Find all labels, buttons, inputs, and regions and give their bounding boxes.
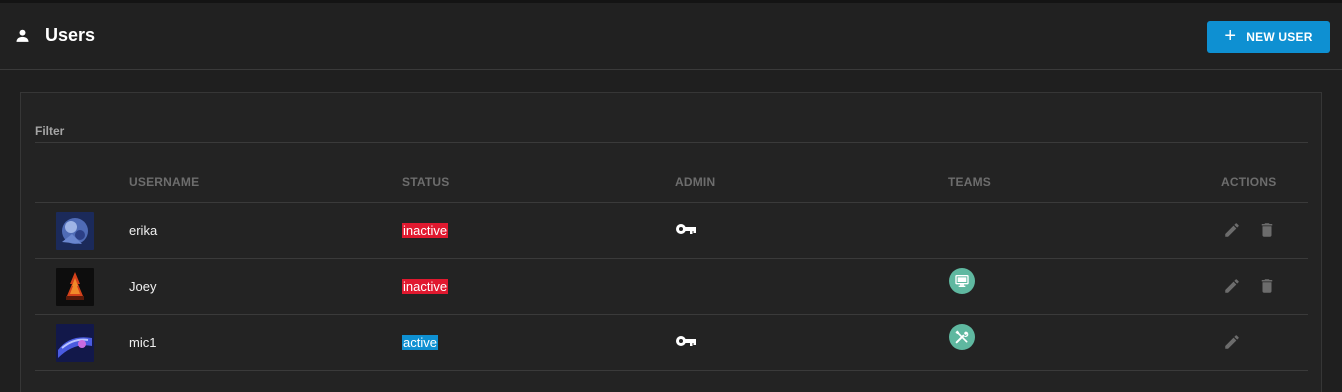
page-title: Users [45, 25, 96, 45]
column-header-teams[interactable]: TEAMS [948, 175, 991, 189]
username[interactable]: Joey [129, 279, 156, 294]
status-badge: active [402, 335, 438, 350]
status-badge: inactive [402, 279, 449, 294]
plus-icon: + [1224, 25, 1237, 47]
delete-icon[interactable] [1258, 277, 1276, 300]
new-user-button[interactable]: + NEW USER [1207, 21, 1330, 53]
avatar [56, 268, 94, 306]
column-header-actions: ACTIONS [1221, 175, 1277, 189]
person-icon [14, 27, 31, 44]
status-badge: inactive [402, 223, 449, 238]
column-header-admin[interactable]: ADMIN [675, 175, 715, 189]
column-header-status[interactable]: STATUS [402, 175, 449, 189]
new-user-button-label: NEW USER [1246, 30, 1313, 44]
table-header: USERNAME STATUS ADMIN TEAMS ACTIONS [35, 175, 1308, 203]
key-icon [675, 334, 697, 353]
edit-icon[interactable] [1223, 277, 1241, 300]
edit-icon[interactable] [1223, 333, 1241, 356]
avatar [56, 324, 94, 362]
users-card: Filter USERNAME STATUS ADMIN TEAMS ACTIO… [20, 92, 1322, 392]
column-header-username[interactable]: USERNAME [129, 175, 199, 189]
table-row: mic1 active [35, 315, 1308, 371]
page-title-group: Users [14, 25, 95, 46]
delete-icon[interactable] [1258, 221, 1276, 244]
avatar [56, 212, 94, 250]
table-row: erika inactive [35, 203, 1308, 259]
wrench-screwdriver-icon[interactable] [949, 324, 975, 350]
monitor-icon[interactable] [949, 268, 975, 294]
username[interactable]: erika [129, 223, 157, 238]
page-header: Users + NEW USER [0, 0, 1342, 70]
filter-label[interactable]: Filter [35, 124, 64, 138]
table-row: Joey inactive [35, 259, 1308, 315]
key-icon [675, 222, 697, 241]
username[interactable]: mic1 [129, 335, 156, 350]
edit-icon[interactable] [1223, 221, 1241, 244]
filter-divider [35, 142, 1308, 143]
